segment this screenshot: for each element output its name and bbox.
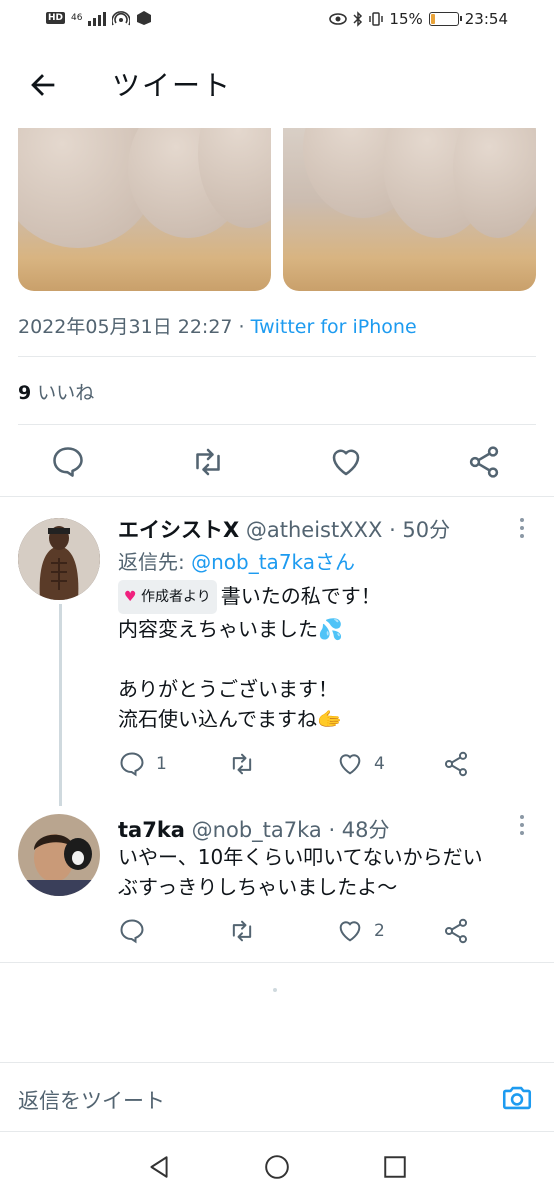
display-name[interactable]: ta7ka: [118, 818, 185, 842]
tweet-media: [18, 128, 536, 291]
vibrate-icon: [369, 12, 384, 26]
reply-body: いやー、10年くらい叩いてないからだい ぶすっきりしちゃいましたよ〜: [118, 842, 483, 902]
like-action[interactable]: 4: [336, 750, 385, 778]
page-title: ツイート: [112, 69, 233, 102]
reply-icon: [120, 752, 144, 777]
tweet-meta: 2022年05月31日 22:27 · Twitter for iPhone: [18, 312, 417, 339]
top-app-bar: ツイート: [0, 40, 554, 128]
tweet-actions: [0, 440, 554, 484]
share-action[interactable]: [442, 750, 470, 778]
divider: [0, 962, 554, 963]
like-icon: [339, 754, 361, 775]
author-badge-label: 作成者より: [141, 589, 211, 605]
handle-and-time: @atheistXXX · 50分: [245, 518, 451, 542]
reply-count: 1: [156, 754, 167, 774]
loading-dot: [273, 988, 277, 992]
divider: [18, 356, 536, 357]
replying-to: 返信先: @nob_ta7kaさん: [118, 546, 355, 575]
display-name[interactable]: エイシストX: [118, 518, 239, 542]
reply-input[interactable]: 返信をツイート: [18, 1085, 165, 1115]
share-action[interactable]: [442, 917, 470, 945]
likes-count: 9: [18, 382, 32, 404]
retweet-icon[interactable]: [190, 444, 226, 480]
heart-icon: ♥: [124, 589, 137, 605]
more-options-icon[interactable]: [518, 517, 526, 539]
reply-text-line: 書いたの私です！: [220, 584, 381, 608]
share-icon: [444, 918, 468, 944]
avatar[interactable]: [18, 518, 100, 600]
reply-text-line: [118, 644, 381, 674]
hotspot-icon: [112, 11, 131, 26]
reply-composer: 返信をツイート: [0, 1062, 554, 1132]
author-badge: ♥ 作成者より: [118, 580, 217, 614]
battery-icon: [428, 12, 462, 26]
status-bar: HD 46 15% 23:54: [0, 0, 554, 40]
battery-percent: 15%: [389, 10, 423, 28]
share-icon: [444, 751, 468, 777]
reply-body: ♥ 作成者より 書いたの私です！ 内容変えちゃいました💦 ありがとうございます！ …: [118, 580, 381, 734]
hd-indicator: HD: [46, 12, 66, 24]
share-icon[interactable]: [466, 444, 502, 480]
likes-label: いいね: [37, 382, 95, 404]
reply-line: ♥ 作成者より 書いたの私です！: [118, 580, 381, 614]
more-options-icon[interactable]: [518, 814, 526, 836]
reply-text-line: いやー、10年くらい叩いてないからだい: [118, 845, 483, 869]
nav-back-icon[interactable]: [146, 1154, 172, 1180]
reply-text-line: 内容変えちゃいました💦: [118, 617, 343, 641]
reply-action[interactable]: 1: [118, 750, 167, 778]
app-notification-icon: [137, 11, 152, 25]
reply-header: ta7ka @nob_ta7ka · 48分: [118, 814, 390, 844]
divider: [18, 424, 536, 425]
eye-comfort-icon: [329, 13, 348, 25]
divider: [0, 496, 554, 497]
like-icon[interactable]: [328, 444, 364, 480]
tweet-timestamp: 2022年05月31日 22:27 ·: [18, 316, 251, 338]
back-arrow-icon[interactable]: [26, 68, 60, 102]
clock: 23:54: [464, 10, 508, 28]
like-action[interactable]: 2: [336, 917, 385, 945]
retweet-icon: [232, 753, 252, 775]
retweet-action[interactable]: [228, 917, 266, 945]
reply-icon: [120, 919, 144, 944]
retweet-action[interactable]: [228, 750, 266, 778]
reply-icon[interactable]: [50, 444, 86, 480]
network-type: 46: [71, 13, 83, 23]
tweet-image-1[interactable]: [18, 128, 271, 291]
thread-line: [59, 604, 62, 806]
tweet-image-2[interactable]: [283, 128, 536, 291]
retweet-icon: [232, 920, 252, 942]
bluetooth-icon: [353, 11, 363, 27]
avatar[interactable]: [18, 814, 100, 896]
reply-text-line: 流石使い込んでますね🫱: [118, 707, 342, 731]
signal-icon: [88, 10, 107, 26]
reply-action[interactable]: [118, 917, 156, 945]
reply-text-line: ありがとうございます！: [118, 677, 338, 701]
likes-summary[interactable]: 9 いいね: [18, 378, 94, 405]
camera-icon[interactable]: [500, 1081, 534, 1115]
like-icon: [339, 921, 361, 942]
nav-recents-icon[interactable]: [382, 1154, 408, 1180]
reply-header: エイシストX @atheistXXX · 50分: [118, 514, 450, 544]
replying-to-label: 返信先:: [118, 550, 192, 574]
like-count: 4: [374, 754, 385, 774]
system-nav-bar: [0, 1132, 554, 1200]
handle-and-time: @nob_ta7ka · 48分: [191, 818, 390, 842]
reply-text-line: ぶすっきりしちゃいましたよ〜: [118, 875, 398, 899]
tweet-source-link[interactable]: Twitter for iPhone: [251, 316, 417, 338]
like-count: 2: [374, 921, 385, 941]
replying-to-handle[interactable]: @nob_ta7kaさん: [191, 550, 355, 574]
nav-home-icon[interactable]: [264, 1154, 290, 1180]
